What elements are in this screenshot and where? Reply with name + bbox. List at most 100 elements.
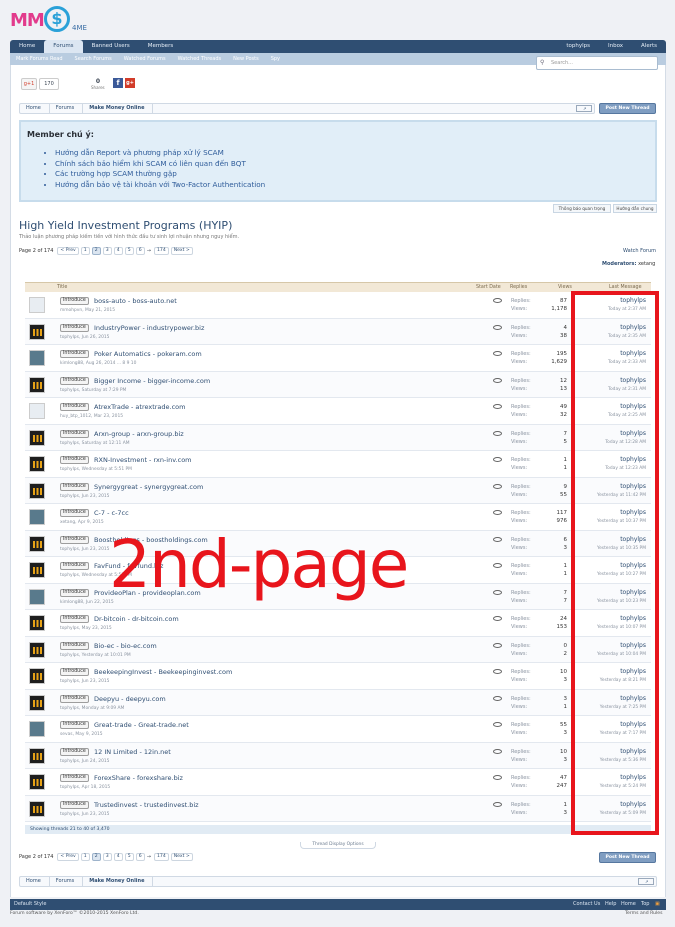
notice-tab-guide[interactable]: Hướng dẫn chung <box>613 204 657 213</box>
crumb-make-money-online[interactable]: Make Money Online <box>83 877 154 886</box>
thread-meta[interactable]: tophylps, Jun 26, 2015 <box>60 335 109 340</box>
preview-icon[interactable] <box>493 775 502 780</box>
thread-prefix[interactable]: Introduce <box>60 588 89 597</box>
preview-icon[interactable] <box>493 457 502 462</box>
avatar[interactable] <box>29 694 45 711</box>
thread-title-link[interactable]: Bio-ec - bio-ec.com <box>94 642 157 650</box>
thread-prefix[interactable]: Introduce <box>60 350 89 358</box>
thread-meta[interactable]: tophylps, Jun 23, 2015 <box>60 812 109 817</box>
thread-meta[interactable]: sevas, May 9, 2015 <box>60 732 103 737</box>
preview-icon[interactable] <box>493 298 502 303</box>
thread-prefix[interactable]: Introduce <box>60 482 89 491</box>
thread-prefix[interactable]: Introduce <box>60 323 89 332</box>
thread-meta[interactable]: kimlong88, Aug 26, 2014 ... 8 9 10 <box>60 361 136 366</box>
thread-title-link[interactable]: AtrexTrade - atrextrade.com <box>94 403 186 411</box>
preview-icon[interactable] <box>493 642 502 648</box>
page-jump-arrow[interactable]: → <box>147 247 151 255</box>
jump-icon[interactable]: ↗ <box>576 105 592 112</box>
thread-meta[interactable]: xetang, Apr 9, 2015 <box>60 520 104 525</box>
thread-meta[interactable]: tophylps, Apr 18, 2015 <box>60 785 110 790</box>
subnav-watched-threads[interactable]: Watched Threads <box>172 53 228 65</box>
notice-link[interactable]: Hướng dẫn bảo vệ tài khoản với Two-Facto… <box>55 180 265 191</box>
thread-meta[interactable]: tophylps, Yesterday at 10:01 PM <box>60 653 131 658</box>
thread-title-link[interactable]: Dr-bitcoin - dr-bitcoin.com <box>94 615 179 623</box>
thread-meta[interactable]: tophylps, Saturday at 12:11 AM <box>60 441 130 446</box>
crumb-home[interactable]: Home <box>20 104 50 113</box>
preview-icon[interactable] <box>493 351 502 356</box>
preview-icon[interactable] <box>493 801 502 807</box>
thread-meta[interactable]: huy_btp_1012, Mar 23, 2015 <box>60 414 123 419</box>
prev-button[interactable]: < Prev <box>57 853 79 861</box>
thread-prefix[interactable]: Introduce <box>60 297 89 305</box>
footer-help[interactable]: Help <box>605 899 616 910</box>
crumb-make-money-online[interactable]: Make Money Online <box>83 104 154 113</box>
thread-meta[interactable]: kimlong88, Jun 22, 2015 <box>60 600 114 605</box>
avatar[interactable] <box>29 482 45 499</box>
preview-icon[interactable] <box>493 324 502 330</box>
prev-button[interactable]: < Prev <box>57 247 79 255</box>
crumb-forums[interactable]: Forums <box>50 104 84 113</box>
thread-prefix[interactable]: Introduce <box>60 535 89 544</box>
thread-meta[interactable]: tophylps, Wednesday at 5:51 PM <box>60 467 132 472</box>
subnav-mark-read[interactable]: Mark Forums Read <box>10 53 69 65</box>
preview-icon[interactable] <box>493 404 502 409</box>
thread-title-link[interactable]: Arxn-group - arxn-group.biz <box>94 430 184 438</box>
notice-tab-important[interactable]: Thông báo quan trọng <box>553 204 611 213</box>
alerts-link[interactable]: Alerts <box>632 40 666 53</box>
thread-prefix[interactable]: Introduce <box>60 403 89 411</box>
tab-home[interactable]: Home <box>10 40 44 53</box>
facebook-share-icon[interactable]: f <box>113 78 123 88</box>
notice-link[interactable]: Chính sách bảo hiểm khi SCAM có liên qua… <box>55 159 265 170</box>
thread-title-link[interactable]: Trustedinvest - trustedinvest.biz <box>94 801 199 809</box>
thread-meta[interactable]: tophylps, Jun 23, 2015 <box>60 679 109 684</box>
post-new-thread-button[interactable]: Post New Thread <box>599 103 656 114</box>
avatar[interactable] <box>29 588 45 605</box>
tab-forums[interactable]: Forums <box>44 40 83 53</box>
thread-prefix[interactable]: Introduce <box>60 668 89 676</box>
thread-title-link[interactable]: Great-trade - Great-trade.net <box>94 721 189 729</box>
thread-title-link[interactable]: RXN-Investment - rxn-inv.com <box>94 456 192 464</box>
footer-home[interactable]: Home <box>621 899 636 910</box>
page-link[interactable]: 6 <box>135 247 145 255</box>
thread-title-link[interactable]: ForexShare - forexshare.biz <box>94 774 183 782</box>
avatar[interactable] <box>29 721 45 737</box>
jump-icon[interactable]: ↗ <box>638 878 654 885</box>
avatar[interactable] <box>29 641 45 658</box>
preview-icon[interactable] <box>493 563 502 568</box>
preview-icon[interactable] <box>493 377 502 383</box>
page-link[interactable]: 4 <box>113 853 123 861</box>
thread-prefix[interactable]: Introduce <box>60 641 89 650</box>
page-link-current[interactable]: 2 <box>91 853 101 861</box>
preview-icon[interactable] <box>493 616 502 621</box>
thread-title-link[interactable]: BeekeepingInvest - Beekeepinginvest.com <box>94 668 232 676</box>
thread-prefix[interactable]: Introduce <box>60 774 89 782</box>
thread-meta[interactable]: tophylps, Jun 23, 2015 <box>60 547 109 552</box>
page-link[interactable]: 6 <box>135 853 145 861</box>
thread-title-link[interactable]: C-7 - c-7cc <box>94 509 129 517</box>
avatar[interactable] <box>29 800 45 817</box>
avatar[interactable] <box>29 668 45 684</box>
avatar[interactable] <box>29 429 45 446</box>
thread-meta[interactable]: tophylps, May 23, 2015 <box>60 626 112 631</box>
thread-meta[interactable]: tophylps, Saturday at 7:29 PM <box>60 388 126 393</box>
avatar[interactable] <box>29 376 45 393</box>
preview-icon[interactable] <box>493 589 502 595</box>
preview-icon[interactable] <box>493 695 502 701</box>
post-new-thread-button-bottom[interactable]: Post New Thread <box>599 852 656 863</box>
avatar[interactable] <box>29 297 45 313</box>
thread-prefix[interactable]: Introduce <box>60 615 89 623</box>
thread-meta[interactable]: tophylps, Monday at 9:09 AM <box>60 706 124 711</box>
user-menu[interactable]: tophylps <box>557 40 599 53</box>
subnav-search-forums[interactable]: Search Forums <box>69 53 118 65</box>
style-chooser[interactable]: Default Style <box>14 899 46 910</box>
avatar[interactable] <box>29 509 45 525</box>
thread-title-link[interactable]: boss-auto - boss-auto.net <box>94 297 177 305</box>
page-link[interactable]: 1 <box>80 247 90 255</box>
rss-icon[interactable]: ▣ <box>655 899 660 910</box>
moderator-link[interactable]: xetang <box>638 261 655 267</box>
avatar[interactable] <box>29 774 45 790</box>
page-link[interactable]: 3 <box>102 247 112 255</box>
footer-top[interactable]: Top <box>641 899 649 910</box>
page-link-current[interactable]: 2 <box>91 247 101 255</box>
avatar[interactable] <box>29 403 45 419</box>
